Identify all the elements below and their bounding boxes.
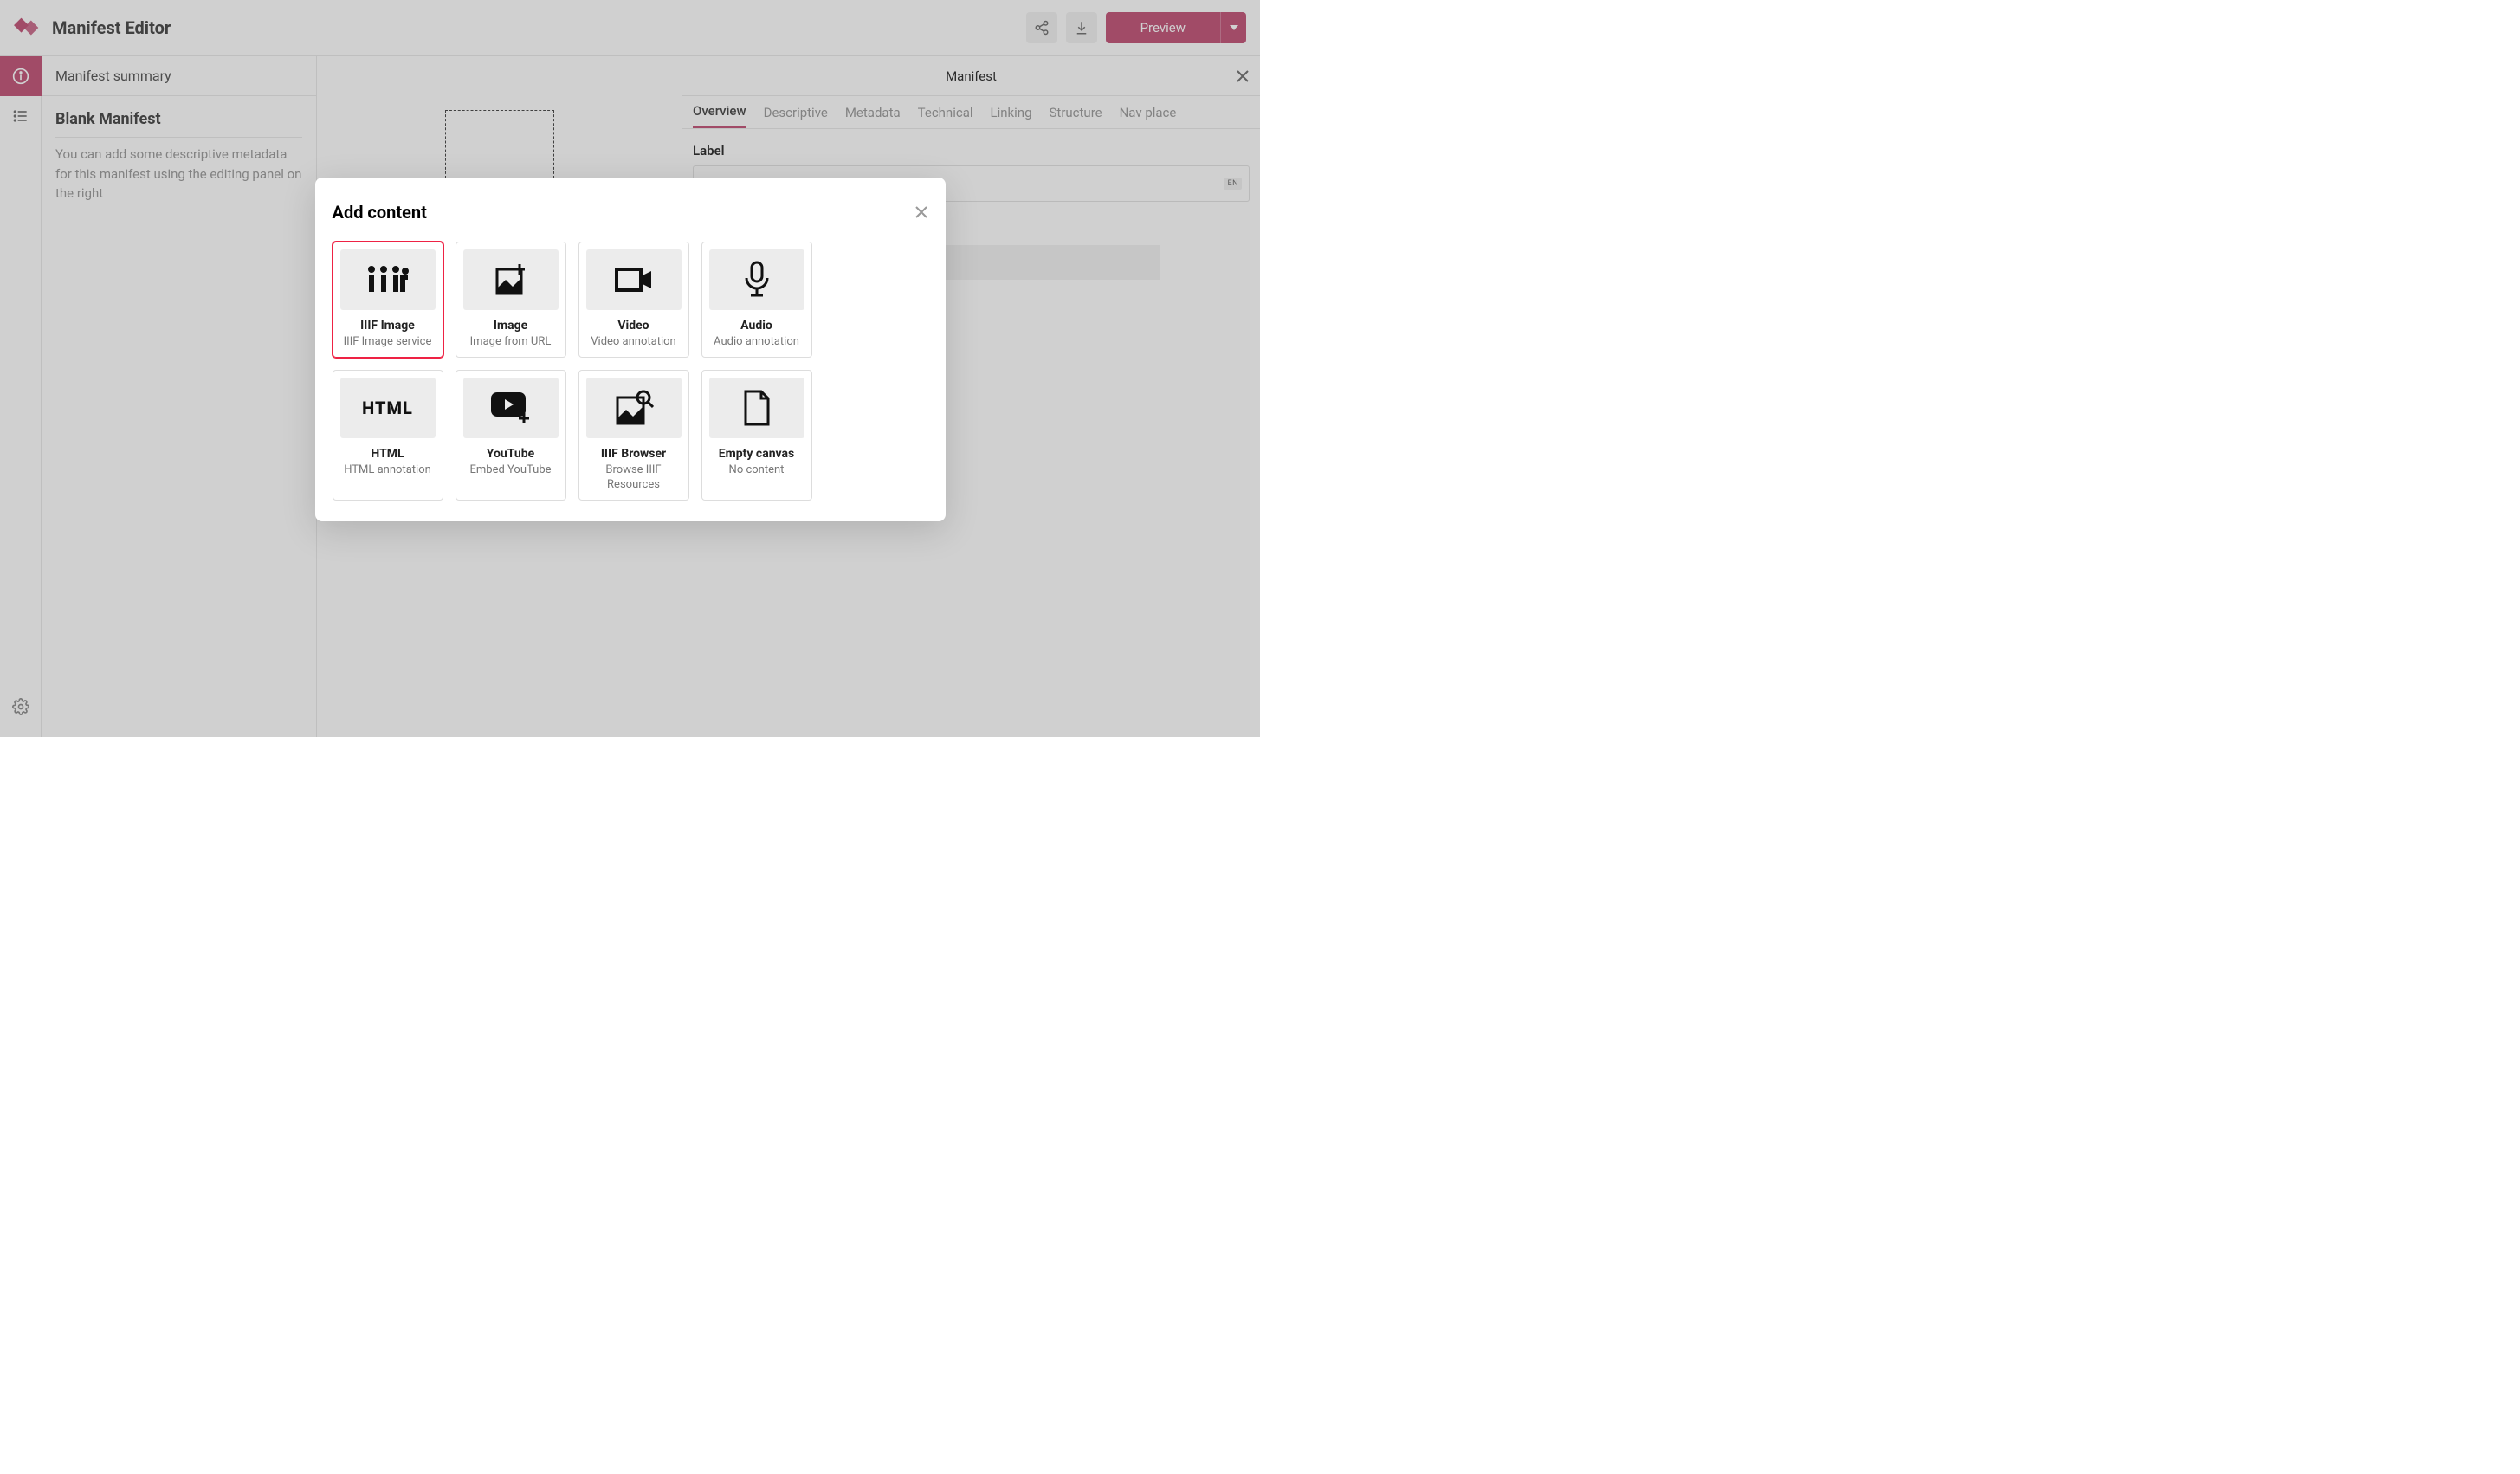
- tile-title: IIIF Browser: [586, 447, 682, 461]
- video-icon: [586, 249, 682, 310]
- tile-html[interactable]: HTML HTML HTML annotation: [333, 370, 443, 501]
- tile-sub: Embed YouTube: [463, 462, 559, 478]
- youtube-icon: [463, 378, 559, 438]
- tile-video[interactable]: Video Video annotation: [578, 242, 689, 358]
- tile-title: Video: [586, 319, 682, 333]
- tile-iiif-image[interactable]: IIIF Image IIIF Image service: [333, 242, 443, 358]
- mic-icon: [709, 249, 804, 310]
- iiif-browse-icon: [586, 378, 682, 438]
- modal-header: Add content: [333, 202, 928, 223]
- html-icon: HTML: [340, 378, 436, 438]
- modal-overlay[interactable]: Add content IIIF Image IIIF Image servic…: [0, 0, 1260, 737]
- content-tiles: IIIF Image IIIF Image service Image Imag…: [333, 242, 928, 501]
- tile-title: YouTube: [463, 447, 559, 461]
- tile-image[interactable]: Image Image from URL: [456, 242, 566, 358]
- file-icon: [709, 378, 804, 438]
- tile-sub: Browse IIIF Resources: [586, 462, 682, 493]
- iiif-icon: [340, 249, 436, 310]
- tile-title: Audio: [709, 319, 804, 333]
- modal-close-icon[interactable]: [914, 205, 928, 219]
- tile-sub: IIIF Image service: [340, 334, 436, 350]
- tile-sub: Video annotation: [586, 334, 682, 350]
- tile-empty-canvas[interactable]: Empty canvas No content: [701, 370, 812, 501]
- tile-title: Empty canvas: [709, 447, 804, 461]
- tile-sub: Audio annotation: [709, 334, 804, 350]
- tile-iiif-browser[interactable]: IIIF Browser Browse IIIF Resources: [578, 370, 689, 501]
- tile-title: IIIF Image: [340, 319, 436, 333]
- tile-title: HTML: [340, 447, 436, 461]
- image-plus-icon: [463, 249, 559, 310]
- tile-sub: Image from URL: [463, 334, 559, 350]
- tile-audio[interactable]: Audio Audio annotation: [701, 242, 812, 358]
- modal-title: Add content: [333, 202, 427, 223]
- tile-youtube[interactable]: YouTube Embed YouTube: [456, 370, 566, 501]
- add-content-modal: Add content IIIF Image IIIF Image servic…: [315, 178, 946, 521]
- tile-title: Image: [463, 319, 559, 333]
- tile-sub: No content: [709, 462, 804, 478]
- tile-sub: HTML annotation: [340, 462, 436, 478]
